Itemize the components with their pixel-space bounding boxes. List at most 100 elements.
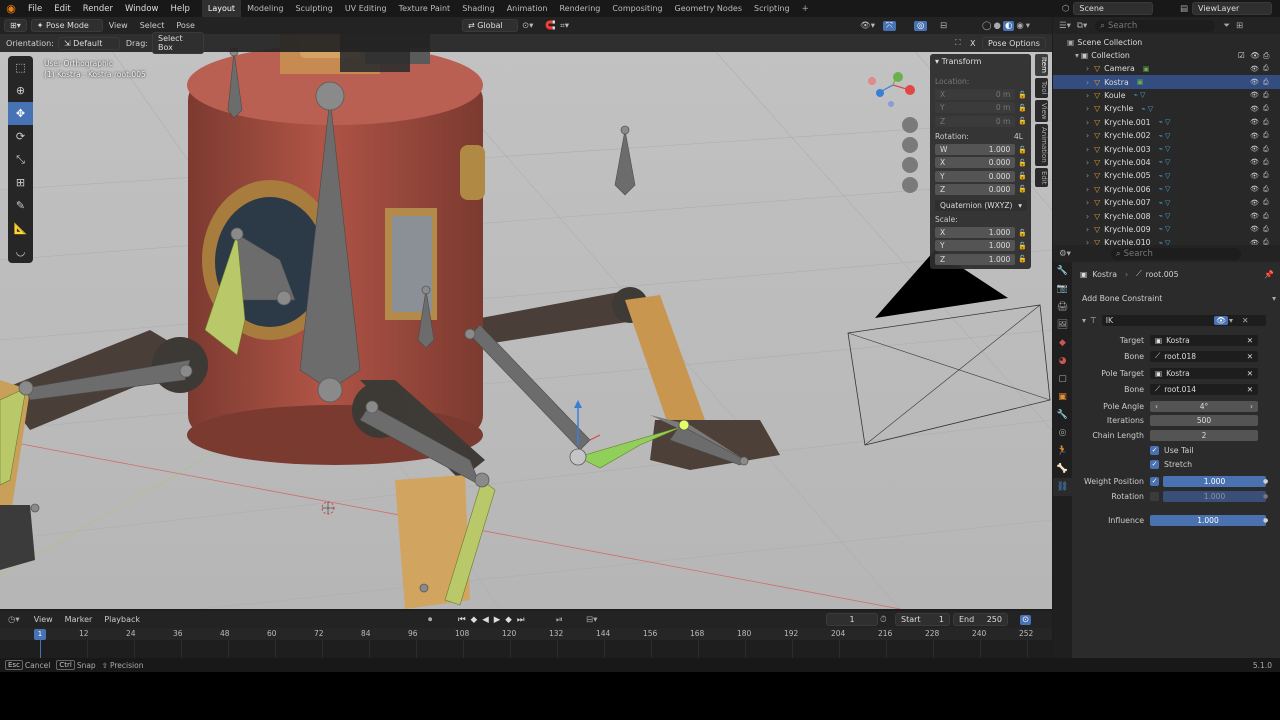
tab-rendering[interactable]: Rendering [553, 0, 606, 17]
lock-icon[interactable]: 🔓 [1018, 104, 1027, 112]
rotation-mode-dropdown[interactable]: Quaternion (WXYZ) ▾ [935, 200, 1027, 211]
xray-icon[interactable]: ⊟ [940, 21, 947, 31]
timeline-options-icon[interactable]: ⊙ [1020, 614, 1032, 625]
mesh-data-icon[interactable]: ⌁ ▽ [1159, 172, 1171, 180]
menu-edit[interactable]: Edit [48, 4, 76, 14]
constraint-menu-icon[interactable]: ▾ [1229, 316, 1233, 325]
outliner-editor-icon[interactable]: ☰▾ [1059, 21, 1071, 31]
tab-sculpting[interactable]: Sculpting [289, 0, 338, 17]
lock-icon[interactable]: 🔓 [1018, 159, 1027, 167]
current-frame-field[interactable]: 1 [826, 613, 878, 626]
scale-y-field[interactable]: Y 1.000 [935, 240, 1016, 252]
enable-constraint-icon[interactable]: 👁 [1214, 315, 1228, 325]
shading-options-icon[interactable]: ▾ [1026, 21, 1030, 31]
scene-tab-icon[interactable]: ◆ [1053, 334, 1072, 352]
pole-target-field[interactable]: ▣ Kostra ✕ [1150, 367, 1258, 379]
rendered-shading-icon[interactable]: ◉ [1016, 21, 1023, 31]
eye-icon[interactable]: 👁 [1250, 199, 1259, 207]
pole-angle-field[interactable]: ‹ 4° › [1150, 400, 1258, 412]
start-frame-field[interactable]: Start 1 [895, 613, 950, 626]
render-tab-icon[interactable]: 📷 [1053, 280, 1072, 298]
camera-render-icon[interactable]: ⎙ [1263, 91, 1269, 100]
lock-icon[interactable]: 🔓 [1018, 117, 1027, 125]
eye-icon[interactable]: 👁 [1250, 225, 1259, 233]
auto-keying-icon[interactable]: ⏺ [428, 615, 432, 625]
rotate-tool-icon[interactable]: ⟳ [8, 125, 33, 148]
collection-tab-icon[interactable]: ▢ [1053, 370, 1072, 388]
rotation-z-field[interactable]: Z 0.000 [935, 183, 1016, 195]
mesh-data-icon[interactable]: ⌁ ▽ [1159, 225, 1171, 233]
expand-icon[interactable]: › [1086, 225, 1089, 234]
eye-icon[interactable]: 👁 [1250, 212, 1259, 220]
expand-icon[interactable]: › [1086, 78, 1089, 87]
tab-geometry-nodes[interactable]: Geometry Nodes [669, 0, 748, 17]
pose-options-dropdown[interactable]: Pose Options [982, 36, 1046, 50]
eye-icon[interactable]: 👁 [1250, 145, 1259, 153]
expand-icon[interactable]: › [1086, 212, 1089, 221]
options-icon[interactable]: ⛶ [955, 38, 961, 48]
lock-icon[interactable]: 🔓 [1018, 185, 1027, 193]
location-z-field[interactable]: Z 0 m [935, 115, 1016, 127]
transform-orientation-dropdown[interactable]: ⇄ Global [462, 19, 518, 32]
pole-bone-field[interactable]: ⟋ root.014 ✕ [1150, 383, 1258, 395]
new-collection-icon[interactable]: ⊞ [1236, 21, 1243, 31]
camera-render-icon[interactable]: ⎙ [1263, 104, 1269, 113]
menu-window[interactable]: Window [119, 4, 165, 14]
rotation-x-field[interactable]: X 0.000 [935, 157, 1016, 169]
expand-icon[interactable]: › [1086, 145, 1089, 154]
menu-render[interactable]: Render [77, 4, 119, 14]
sidebar-tab-tool[interactable]: Tool [1035, 77, 1048, 98]
scale-x-field[interactable]: X 1.000 [935, 227, 1016, 238]
drag-dropdown[interactable]: Select Box [151, 32, 204, 54]
eye-icon[interactable]: 👁 [1250, 105, 1259, 113]
mesh-data-icon[interactable]: ⌁ ▽ [1134, 91, 1146, 99]
overlay-toggle-icon[interactable]: ◎ [914, 20, 928, 31]
mesh-data-icon[interactable]: ⌁ ▽ [1159, 158, 1171, 166]
view-layer-tab-icon[interactable]: 🖼 [1053, 316, 1072, 334]
end-frame-field[interactable]: End 250 [953, 613, 1008, 626]
outliner-item-krychle-004[interactable]: › ▽ Krychle.004 ⌁ ▽ 👁 ⎙ [1053, 156, 1280, 169]
transform-panel-title[interactable]: ▾ Transform [935, 57, 981, 66]
eye-icon[interactable]: 👁 [1250, 65, 1259, 73]
physics-tab-icon[interactable]: ◎ [1053, 424, 1072, 442]
bone-field[interactable]: ⟋ root.018 ✕ [1150, 350, 1258, 362]
tab-scripting[interactable]: Scripting [748, 0, 796, 17]
timeline-menu-playback[interactable]: Playback [98, 615, 146, 624]
mesh-data-icon[interactable]: ⌁ ▽ [1159, 118, 1171, 126]
transform-tool-icon[interactable]: ⊞ [8, 171, 33, 194]
sidebar-tab-animation[interactable]: Animation [1035, 124, 1048, 166]
viewlayer-selector[interactable]: ▤ ViewLayer [1180, 2, 1273, 15]
lock-icon[interactable]: 🔓 [1018, 146, 1027, 154]
outliner-item-koule[interactable]: › ▽ Koule ⌁ ▽ 👁 ⎙ [1053, 89, 1280, 102]
expand-icon[interactable]: › [1086, 171, 1089, 180]
viewlayer-field[interactable]: ViewLayer [1192, 2, 1273, 15]
increment-icon[interactable]: › [1250, 402, 1253, 411]
outliner-item-krychle[interactable]: › ▽ Krychle ⌁ ▽ 👁 ⎙ [1053, 102, 1280, 115]
camera-render-icon[interactable]: ⎙ [1263, 185, 1269, 194]
eye-icon[interactable]: 👁 [1250, 132, 1259, 140]
timeline-area[interactable]: 12 24 36 48 60 72 84 96 108 120 132 144 156 168 180 192… [0, 628, 1052, 658]
outliner-item-krychle-005[interactable]: › ▽ Krychle.005 ⌁ ▽ 👁 ⎙ [1053, 169, 1280, 182]
visibility-icon[interactable]: 👁▾ [860, 21, 875, 31]
expand-icon[interactable]: › [1086, 198, 1089, 207]
clock-icon[interactable]: ◷▾ [8, 615, 20, 625]
playhead[interactable]: 1 [34, 629, 46, 640]
keyframe-dot-icon[interactable]: ● [1263, 517, 1268, 524]
viewport-menu-pose[interactable]: Pose [170, 21, 201, 30]
viewport-menu-view[interactable]: View [103, 21, 134, 30]
keyframe-dot-icon[interactable]: ● [1263, 478, 1268, 485]
stopwatch-icon[interactable]: ⏱ [880, 615, 887, 625]
chain-length-field[interactable]: 2 [1150, 429, 1258, 441]
add-bone-constraint-button[interactable]: Add Bone Constraint [1082, 294, 1272, 303]
stretch-checkbox[interactable]: ✓ [1150, 459, 1159, 469]
pin-icon[interactable]: 📌 [1264, 270, 1274, 279]
sidebar-tab-item[interactable]: Item [1035, 54, 1048, 76]
rotation-lock-toggle[interactable]: 4L [1014, 132, 1023, 141]
mode-dropdown[interactable]: ✦ Pose Mode [30, 19, 103, 32]
object-tab-icon[interactable]: ▣ [1053, 388, 1072, 406]
camera-data-icon[interactable]: ▣ [1143, 65, 1150, 73]
close-icon[interactable]: ✕ [1242, 316, 1249, 325]
lock-icon[interactable]: 🔓 [1018, 172, 1027, 180]
display-mode-icon[interactable]: ⧉▾ [1077, 21, 1087, 31]
bone-tab-icon[interactable]: 🦴 [1053, 460, 1072, 478]
